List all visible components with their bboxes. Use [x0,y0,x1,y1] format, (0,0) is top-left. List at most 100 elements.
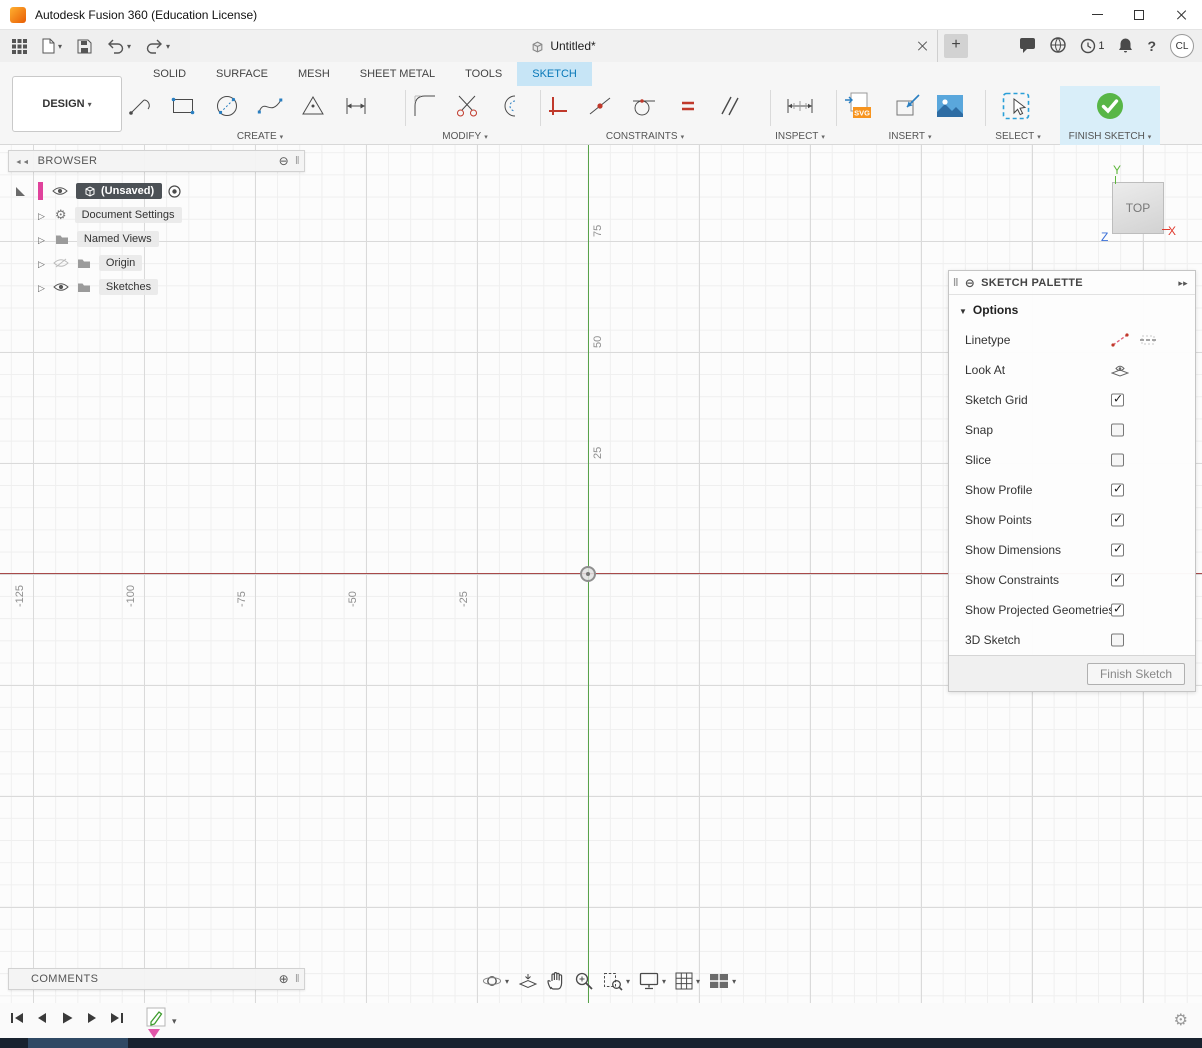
document-tab[interactable]: Untitled* [190,30,938,62]
save-button[interactable] [71,33,98,59]
workspace-selector[interactable]: DESIGN [12,76,122,132]
activate-radio-icon[interactable] [168,185,181,198]
parallel-constraint-button[interactable] [713,88,747,124]
tree-row-root[interactable]: (Unsaved) [8,180,305,202]
root-document-item[interactable]: (Unsaved) [76,183,162,199]
equal-constraint-button[interactable] [671,88,705,124]
visibility-eye-off-icon[interactable] [53,258,69,268]
expand-arrow-icon[interactable] [38,280,45,294]
measure-tool-button[interactable] [783,88,817,124]
tree-row-origin[interactable]: Origin [8,252,305,274]
finish-sketch-palette-button[interactable]: Finish Sketch [1087,663,1185,685]
show-dimensions-checkbox[interactable] [1111,544,1124,557]
decal-button[interactable] [891,88,925,124]
redo-button[interactable] [140,33,176,59]
new-tab-button[interactable] [944,34,968,58]
dimension-tool-button[interactable] [339,88,373,124]
insert-image-button[interactable] [933,88,967,124]
tab-mesh[interactable]: MESH [283,62,345,86]
finish-sketch-group-label[interactable]: FINISH SKETCH [1069,131,1152,142]
timeline-marker-caret-icon[interactable] [172,1013,177,1027]
look-at-icon[interactable] [1111,363,1129,377]
snap-checkbox[interactable] [1111,424,1124,437]
palette-grip[interactable] [953,277,959,289]
line-tool-button[interactable] [123,88,157,124]
minimize-button[interactable] [1076,0,1118,29]
pan-button[interactable] [547,971,565,991]
linetype-construction-icon[interactable] [1111,333,1129,347]
apps-grid-button[interactable] [6,33,33,59]
show-profile-checkbox[interactable] [1111,484,1124,497]
viewports-button[interactable] [709,973,736,989]
browser-hide-icon[interactable] [279,154,289,168]
step-forward-button[interactable] [85,1011,99,1025]
horizontal-vertical-constraint-button[interactable] [541,88,575,124]
options-section-header[interactable]: Options [949,295,1195,325]
maximize-button[interactable] [1118,0,1160,29]
expand-arrow-icon[interactable] [38,232,45,246]
show-points-checkbox[interactable] [1111,514,1124,527]
create-group-label[interactable]: CREATE [237,131,283,142]
circle-tool-button[interactable] [210,88,244,124]
timeline-settings-gear-icon[interactable] [1174,1010,1188,1030]
constraints-group-label[interactable]: CONSTRAINTS [606,131,684,142]
browser-collapse-icon[interactable] [15,155,30,167]
grid-settings-button[interactable] [675,972,700,990]
tree-row-document-settings[interactable]: Document Settings [8,204,305,226]
coincident-constraint-button[interactable] [583,88,617,124]
notifications-button[interactable] [1118,37,1133,56]
tab-close-button[interactable] [917,40,929,52]
tree-row-named-views[interactable]: Named Views [8,228,305,250]
help-button[interactable] [1147,38,1156,54]
offset-tool-button[interactable] [491,88,525,124]
linetype-centerline-icon[interactable] [1139,333,1157,347]
go-to-end-button[interactable] [110,1011,124,1025]
go-to-start-button[interactable] [10,1011,24,1025]
file-menu-button[interactable] [36,33,68,59]
orbit-button[interactable] [482,971,509,991]
tree-row-sketches[interactable]: Sketches [8,276,305,298]
trim-tool-button[interactable] [450,88,484,124]
tab-tools[interactable]: TOOLS [450,62,517,86]
visibility-eye-icon[interactable] [52,186,68,196]
user-avatar[interactable]: CL [1170,34,1194,58]
3d-sketch-checkbox[interactable] [1111,634,1124,647]
add-comment-icon[interactable] [279,972,289,986]
show-projected-geometries-checkbox[interactable] [1111,604,1124,617]
inspect-group-label[interactable]: INSPECT [775,131,825,142]
spline-tool-button[interactable] [253,88,287,124]
display-settings-button[interactable] [639,972,666,990]
origin-point[interactable] [580,566,596,582]
fillet-tool-button[interactable] [408,88,442,124]
job-status-button[interactable]: 1 [1080,38,1104,54]
expand-arrow-icon[interactable] [38,256,45,270]
timeline-position-flag[interactable] [148,1029,160,1038]
modify-group-label[interactable]: MODIFY [442,131,487,142]
visibility-eye-icon[interactable] [53,282,69,292]
tab-sketch[interactable]: SKETCH [517,62,592,86]
play-button[interactable] [60,1011,74,1025]
expand-arrow-icon[interactable] [38,208,45,222]
insert-svg-button[interactable]: SVG [841,88,875,124]
palette-hide-icon[interactable] [965,276,975,290]
fit-button[interactable] [603,971,630,991]
finish-sketch-button[interactable] [1093,88,1127,124]
comments-grip[interactable] [295,973,300,985]
tab-sheet-metal[interactable]: SHEET METAL [345,62,450,86]
look-at-button[interactable] [518,971,538,991]
step-back-button[interactable] [35,1011,49,1025]
tab-surface[interactable]: SURFACE [201,62,283,86]
palette-expand-icon[interactable] [1178,277,1188,289]
tangent-constraint-button[interactable] [627,88,661,124]
insert-group-label[interactable]: INSERT [888,131,931,142]
undo-button[interactable] [101,33,137,59]
zoom-button[interactable] [574,971,594,991]
select-tool-button[interactable] [999,88,1033,124]
select-group-label[interactable]: SELECT [995,131,1040,142]
comments-header[interactable]: COMMENTS [8,968,305,990]
timeline-sketch-marker[interactable] [146,1007,180,1037]
show-constraints-checkbox[interactable] [1111,574,1124,587]
view-cube-face[interactable]: TOP [1112,182,1164,234]
slice-checkbox[interactable] [1111,454,1124,467]
sketch-grid-checkbox[interactable] [1111,394,1124,407]
